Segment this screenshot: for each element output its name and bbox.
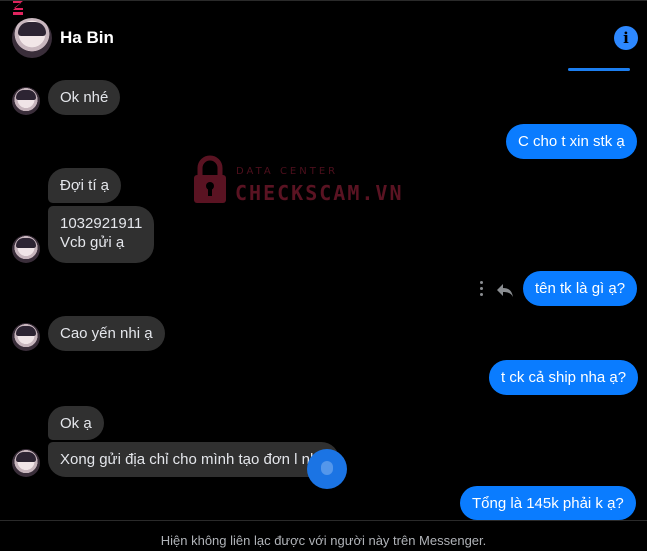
- previous-message-edge: [568, 68, 630, 71]
- incoming-message[interactable]: Ok ạ: [48, 406, 104, 440]
- outgoing-message[interactable]: tên tk là gì ạ?: [523, 271, 638, 306]
- incoming-message[interactable]: 1032921911 Vcb gửi ạ: [48, 206, 155, 263]
- sender-avatar[interactable]: [12, 87, 40, 115]
- outgoing-message[interactable]: C cho t xin stk ạ: [506, 124, 637, 159]
- contact-avatar[interactable]: [12, 18, 52, 58]
- lock-icon: [194, 155, 226, 203]
- reply-icon[interactable]: [495, 281, 515, 299]
- more-dots-icon[interactable]: [479, 281, 485, 297]
- outgoing-message[interactable]: Tổng là 145k phải k ạ?: [460, 486, 636, 520]
- watermark-line2: CHECKSCAM.VN: [235, 181, 404, 205]
- incoming-message[interactable]: Ok nhé: [48, 80, 121, 115]
- sender-avatar[interactable]: [12, 323, 40, 351]
- incoming-message[interactable]: Xong gửi địa chỉ cho mình tạo đơn l nhé: [48, 442, 339, 477]
- incoming-message[interactable]: Cao yến nhi ạ: [48, 316, 165, 351]
- contact-name[interactable]: Ha Bin: [60, 28, 114, 48]
- sender-avatar[interactable]: [12, 235, 40, 263]
- watermark-line1: DATA CENTER: [236, 166, 339, 177]
- conversation-header: Ha Bin i: [0, 0, 647, 70]
- sender-avatar[interactable]: [12, 449, 40, 477]
- scroll-down-icon[interactable]: [307, 449, 347, 489]
- message-line: Vcb gửi ạ: [60, 234, 125, 251]
- info-icon[interactable]: i: [614, 26, 638, 50]
- unavailable-notice: Hiện không liên lạc được với người này t…: [160, 533, 487, 548]
- footer: Hiện không liên lạc được với người này t…: [0, 521, 647, 551]
- incoming-message[interactable]: Đợi tí ạ: [48, 168, 122, 203]
- watermark: DATA CENTER CHECKSCAM.VN: [192, 155, 402, 205]
- message-line: 1032921911: [60, 215, 143, 232]
- outgoing-message[interactable]: t ck cả ship nha ạ?: [489, 360, 639, 395]
